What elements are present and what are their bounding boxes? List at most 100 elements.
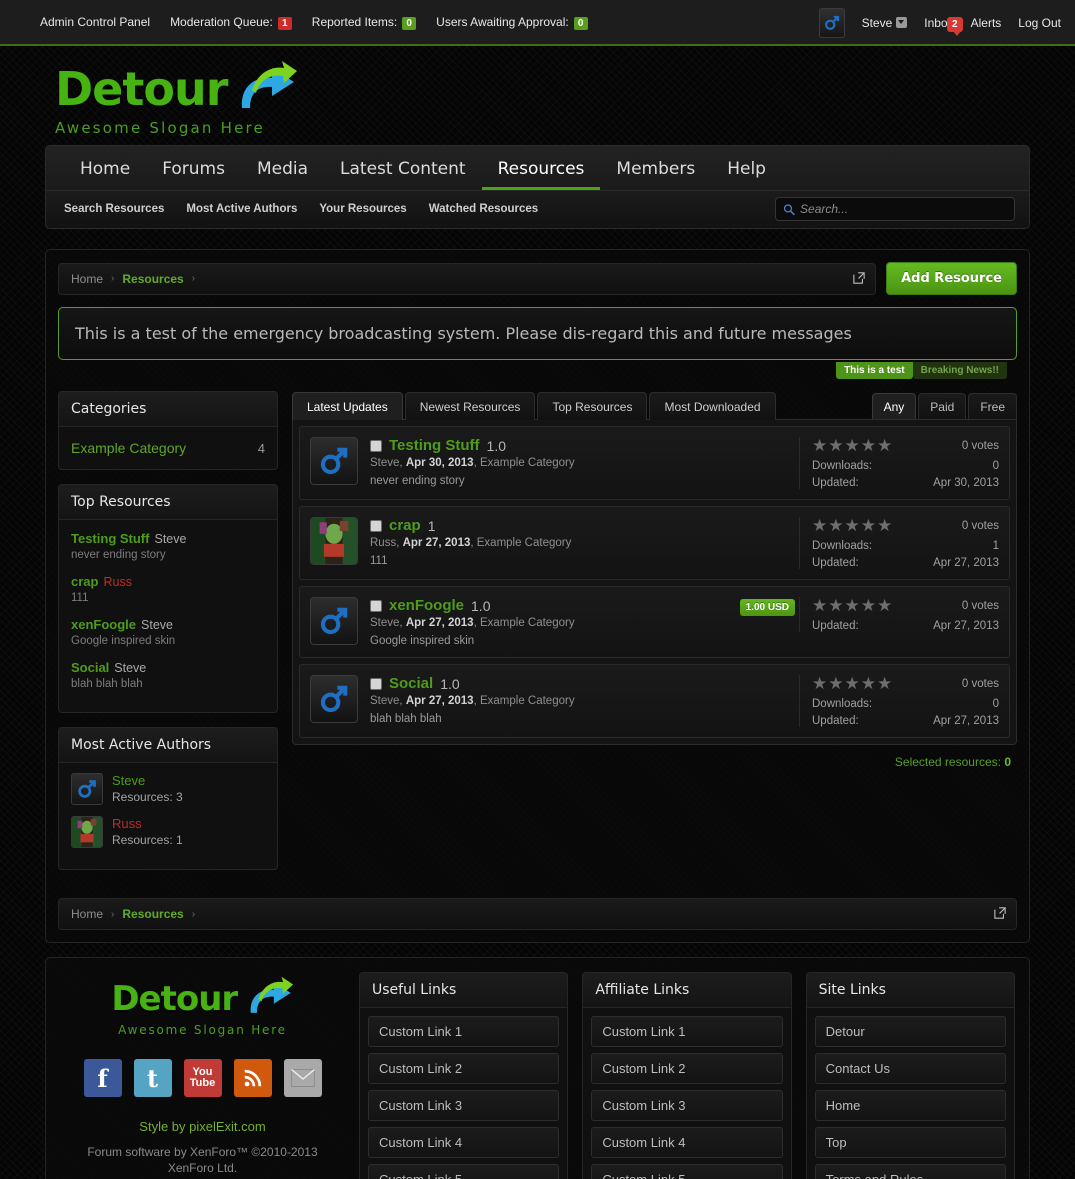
facebook-icon[interactable]: f <box>83 1059 122 1097</box>
breadcrumb-home[interactable]: Home <box>71 907 103 921</box>
avatar[interactable] <box>71 773 103 805</box>
filter-paid[interactable]: Paid <box>918 393 967 419</box>
table-row[interactable]: crap 1 Russ, Apr 27, 2013, Example Categ… <box>299 506 1010 580</box>
list-item[interactable]: Custom Link 1 <box>591 1016 783 1047</box>
top-resource-user[interactable]: Steve <box>141 618 173 632</box>
resource-checkbox[interactable] <box>370 439 382 452</box>
star-rating-icon[interactable]: ★★★★★ <box>812 675 893 693</box>
table-row[interactable]: xenFoogle 1.0 Steve, Apr 27, 2013, Examp… <box>299 586 1010 658</box>
price-badge: 1.00 USD <box>739 599 795 616</box>
moderation-queue-count: 1 <box>277 16 292 30</box>
star-rating-icon[interactable]: ★★★★★ <box>812 517 893 535</box>
author-name[interactable]: Steve <box>112 773 183 788</box>
avatar[interactable] <box>310 675 358 723</box>
top-resource-title[interactable]: xenFoogle <box>71 617 136 632</box>
tab-newest-resources[interactable]: Newest Resources <box>404 392 536 420</box>
footer-logo[interactable]: Detour Awesome Slogan Here <box>60 976 345 1037</box>
list-item[interactable]: Custom Link 5 <box>591 1164 783 1179</box>
table-row[interactable]: Social 1.0 Steve, Apr 27, 2013, Example … <box>299 664 1010 738</box>
nav-item-latest-content[interactable]: Latest Content <box>324 159 482 190</box>
tab-latest-updates[interactable]: Latest Updates <box>292 392 403 420</box>
resource-checkbox[interactable] <box>370 677 382 690</box>
list-item[interactable]: Custom Link 3 <box>368 1090 560 1121</box>
list-item[interactable]: Custom Link 2 <box>591 1053 783 1084</box>
breadcrumb-resources[interactable]: Resources <box>122 907 183 921</box>
alerts-link[interactable]: Alerts <box>971 16 1002 30</box>
add-resource-button[interactable]: Add Resource <box>886 262 1017 295</box>
updated-label: Updated: <box>812 715 859 727</box>
nav-item-forums[interactable]: Forums <box>146 159 241 190</box>
list-item[interactable]: Custom Link 5 <box>368 1164 560 1179</box>
avatar[interactable] <box>310 437 358 485</box>
list-item[interactable]: Detour <box>814 1016 1006 1047</box>
popout-icon[interactable] <box>994 907 1006 922</box>
popout-icon[interactable] <box>853 271 865 287</box>
top-resource-desc: never ending story <box>71 549 166 561</box>
resource-name[interactable]: Social <box>389 675 433 692</box>
user-menu-button[interactable]: Steve <box>862 16 908 30</box>
list-item[interactable]: Custom Link 4 <box>591 1127 783 1158</box>
list-item[interactable]: Contact Us <box>814 1053 1006 1084</box>
avatar[interactable] <box>818 8 845 38</box>
logout-link[interactable]: Log Out <box>1018 16 1061 30</box>
list-item[interactable]: Custom Link 3 <box>591 1090 783 1121</box>
nav-item-members[interactable]: Members <box>600 159 711 190</box>
tab-top-resources[interactable]: Top Resources <box>537 392 648 420</box>
top-resource-title[interactable]: Social <box>71 660 109 675</box>
star-rating-icon[interactable]: ★★★★★ <box>812 597 893 615</box>
avatar[interactable] <box>310 517 358 565</box>
style-credit[interactable]: Style by pixelExit.com <box>60 1119 345 1134</box>
avatar[interactable] <box>71 816 103 848</box>
list-item[interactable]: Terms and Rules <box>814 1164 1006 1179</box>
resource-checkbox[interactable] <box>370 519 382 532</box>
avatar[interactable] <box>310 597 358 645</box>
breadcrumb-resources[interactable]: Resources <box>122 272 183 286</box>
admin-link-moderation-queue[interactable]: Moderation Queue: 1 <box>170 15 292 30</box>
nav-item-media[interactable]: Media <box>241 159 324 190</box>
admin-link-reported-items[interactable]: Reported Items: 0 <box>312 15 417 30</box>
author-name[interactable]: Russ <box>112 816 183 831</box>
updated-label: Updated: <box>812 557 859 569</box>
resource-checkbox[interactable] <box>370 599 382 612</box>
top-resource-title[interactable]: Testing Stuff <box>71 531 149 546</box>
top-resource-user[interactable]: Steve <box>114 661 146 675</box>
resource-list: Testing Stuff 1.0 Steve, Apr 30, 2013, E… <box>292 419 1017 745</box>
most-active-authors-title: Most Active Authors <box>59 728 277 763</box>
breadcrumb-home[interactable]: Home <box>71 272 103 286</box>
rss-icon[interactable] <box>233 1059 272 1097</box>
email-icon[interactable] <box>283 1059 322 1097</box>
search-input[interactable] <box>800 202 1007 216</box>
youtube-icon[interactable]: You Tube <box>183 1059 222 1097</box>
resource-name[interactable]: xenFoogle <box>389 597 464 614</box>
site-logo-block[interactable]: Detour Awesome Slogan Here <box>0 46 1075 145</box>
top-resource-user[interactable]: Steve <box>154 532 186 546</box>
filter-free[interactable]: Free <box>968 393 1017 419</box>
resource-name[interactable]: Testing Stuff <box>389 437 480 454</box>
category-link-example-category[interactable]: Example Category <box>71 440 186 456</box>
resource-name[interactable]: crap <box>389 517 421 534</box>
nav-item-home[interactable]: Home <box>64 159 146 190</box>
nav-item-resources[interactable]: Resources <box>481 159 601 190</box>
admin-link-users-awaiting-approval[interactable]: Users Awaiting Approval: 0 <box>436 15 588 30</box>
search-box[interactable] <box>775 197 1015 221</box>
table-row[interactable]: Testing Stuff 1.0 Steve, Apr 30, 2013, E… <box>299 426 1010 500</box>
notice-tab-breaking-news[interactable]: Breaking News!! <box>912 362 1007 379</box>
list-item[interactable]: Home <box>814 1090 1006 1121</box>
tab-most-downloaded[interactable]: Most Downloaded <box>649 392 776 420</box>
list-item[interactable]: Custom Link 4 <box>368 1127 560 1158</box>
subnav-your-resources[interactable]: Your Resources <box>319 203 406 215</box>
admin-link-admin-control-panel[interactable]: Admin Control Panel <box>40 15 150 29</box>
list-item[interactable]: Custom Link 1 <box>368 1016 560 1047</box>
top-resource-title[interactable]: crap <box>71 574 98 589</box>
list-item[interactable]: Custom Link 2 <box>368 1053 560 1084</box>
nav-item-help[interactable]: Help <box>711 159 782 190</box>
top-resource-user[interactable]: Russ <box>103 575 131 589</box>
filter-any[interactable]: Any <box>871 393 917 419</box>
notice-tab-this-is-a-test[interactable]: This is a test <box>836 362 913 379</box>
list-item[interactable]: Top <box>814 1127 1006 1158</box>
subnav-most-active-authors[interactable]: Most Active Authors <box>186 203 297 215</box>
twitter-icon[interactable]: t <box>133 1059 172 1097</box>
star-rating-icon[interactable]: ★★★★★ <box>812 437 893 455</box>
subnav-watched-resources[interactable]: Watched Resources <box>429 203 539 215</box>
subnav-search-resources[interactable]: Search Resources <box>64 203 164 215</box>
